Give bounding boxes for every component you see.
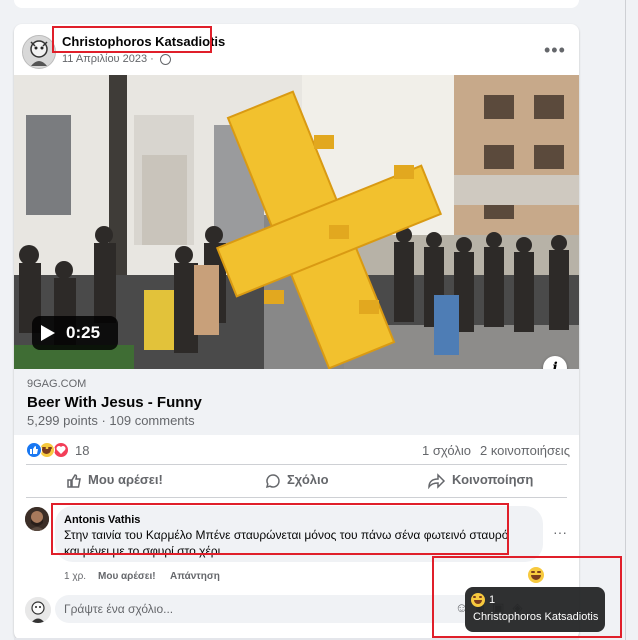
like-button[interactable]: Μου αρέσει! [66, 472, 163, 492]
divider-bottom [26, 497, 567, 498]
column-divider [625, 0, 626, 640]
love-reaction-icon [53, 442, 69, 458]
share-count[interactable]: 2 κοινοποιήσεις [480, 443, 570, 458]
comment-like-button[interactable]: Μου αρέσει! [98, 571, 156, 582]
link-domain: 9GAG.COM [27, 378, 87, 390]
author-avatar[interactable] [22, 35, 56, 69]
link-title[interactable]: Beer With Jesus - Funny [27, 394, 202, 411]
post-options-icon[interactable]: ••• [544, 40, 566, 61]
post-date[interactable]: 11 Απριλίου 2023 [62, 53, 147, 65]
comment-age[interactable]: 1 χρ. [64, 571, 86, 582]
comment-label: Σχόλιο [287, 472, 329, 487]
reaction-count[interactable]: 18 [75, 443, 89, 458]
previous-post-bottom [14, 0, 579, 8]
play-icon [41, 325, 55, 341]
play-button[interactable]: 0:25 [32, 316, 118, 350]
comment-count[interactable]: 1 σχόλιο [422, 443, 471, 458]
like-label: Μου αρέσει! [88, 472, 163, 487]
share-button[interactable]: Κοινοποίηση [428, 472, 533, 492]
highlight-box-reaction [432, 556, 622, 638]
comment-reply-button[interactable]: Απάντηση [170, 571, 220, 582]
divider-top [26, 464, 567, 465]
comment-input-placeholder: Γράψτε ένα σχόλιο... [64, 602, 174, 616]
post-timestamp[interactable]: 11 Απριλίου 2023 · [62, 53, 171, 65]
share-label: Κοινοποίηση [452, 472, 534, 487]
current-user-avatar[interactable] [25, 597, 51, 623]
link-subtitle: 5,299 points · 109 comments [27, 413, 195, 428]
comment-icon [265, 473, 280, 488]
highlight-box-comment [51, 503, 509, 555]
thumbs-up-icon [67, 473, 81, 488]
share-icon [428, 472, 446, 490]
globe-icon [159, 53, 171, 65]
video-duration: 0:25 [66, 323, 101, 342]
commenter-avatar[interactable] [25, 507, 49, 531]
comment-button[interactable]: Σχόλιο [265, 472, 329, 492]
highlight-box-author [52, 26, 212, 53]
comment-options-icon[interactable]: ··· [553, 524, 567, 540]
like-reaction-icon [26, 442, 42, 458]
